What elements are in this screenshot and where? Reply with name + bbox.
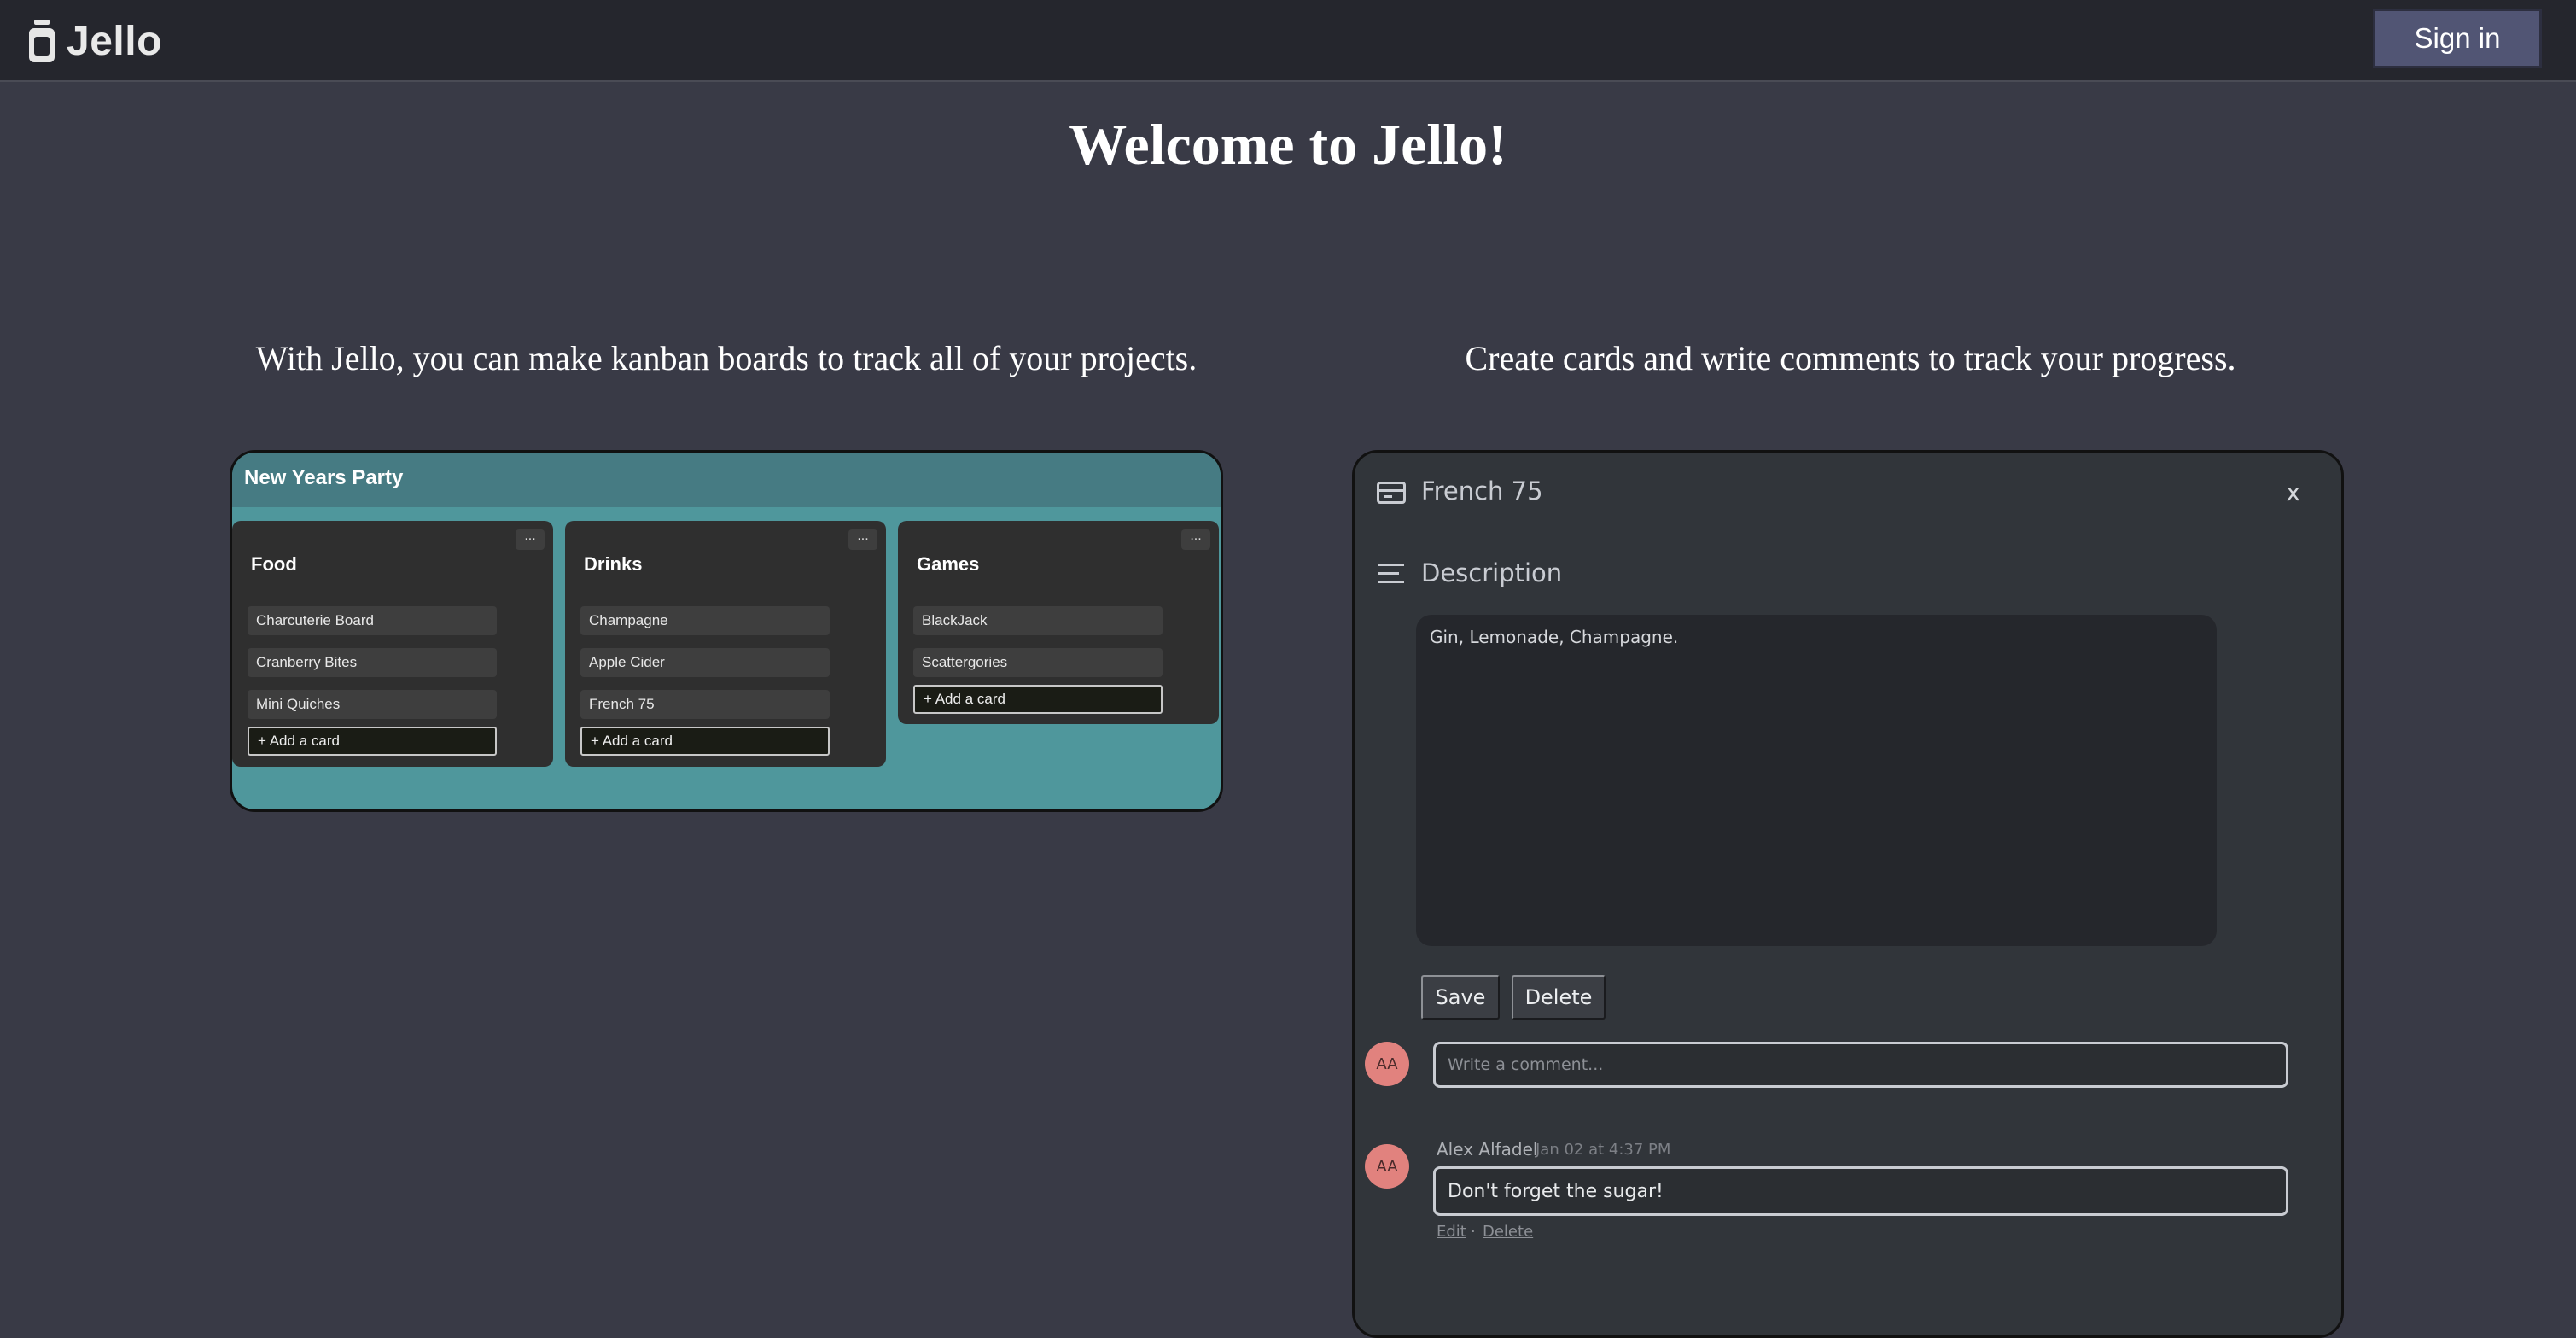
list-food: ... Food Charcuterie Board Cranberry Bit… [232,521,553,767]
list-games: ... Games BlackJack Scattergories + Add … [898,521,1219,724]
edit-comment-link: Edit [1437,1223,1466,1241]
list-title: Drinks [584,553,643,575]
sign-in-button[interactable]: Sign in [2373,9,2542,68]
save-button: Save [1421,975,1500,1020]
navbar: Jello Sign in [0,0,2576,82]
board-preview-image: New Years Party ... Food Charcuterie Boa… [230,450,1223,812]
card-feature-text: Create cards and write comments to track… [1465,339,2236,377]
add-card-button: + Add a card [248,727,497,756]
card-detail-preview-image: French 75 x Description Gin, Lemonade, C… [1352,450,2344,1338]
description-textarea: Gin, Lemonade, Champagne. [1416,615,2217,946]
board-header: New Years Party [232,453,1221,507]
list-title: Food [251,553,297,575]
page-title: Welcome to Jello! [1069,112,1507,177]
comment-input [1433,1042,2288,1088]
description-heading: Description [1421,558,1563,587]
description-icon [1378,564,1404,584]
card-item: Cranberry Bites [248,648,497,677]
avatar: AA [1365,1042,1409,1086]
comment-avatar: AA [1365,1144,1409,1189]
board-title: New Years Party [244,466,404,489]
comment-author: Alex Alfadel [1437,1139,1538,1160]
delete-button: Delete [1512,975,1606,1020]
link-separator: · [1471,1223,1476,1241]
list-menu-button: ... [1181,529,1210,550]
delete-comment-link: Delete [1483,1223,1534,1241]
add-card-button: + Add a card [580,727,830,756]
brand-name: Jello [67,18,162,64]
list-title: Games [917,553,980,575]
comment-text: Don't forget the sugar! [1433,1166,2288,1216]
add-card-button: + Add a card [913,685,1163,714]
card-item: BlackJack [913,606,1163,635]
card-title: French 75 [1421,476,1543,505]
card-item: Charcuterie Board [248,606,497,635]
board-feature-text: With Jello, you can make kanban boards t… [255,339,1198,377]
card-icon [1377,482,1406,504]
card-item: Champagne [580,606,830,635]
logo[interactable]: Jello [29,12,162,70]
card-item: Apple Cider [580,648,830,677]
list-menu-button: ... [848,529,877,550]
comment-timestamp: Jan 02 at 4:37 PM [1536,1141,1671,1159]
card-item: Scattergories [913,648,1163,677]
card-item: French 75 [580,690,830,719]
card-item: Mini Quiches [248,690,497,719]
close-icon: x [2286,478,2300,506]
list-menu-button: ... [516,529,545,550]
list-drinks: ... Drinks Champagne Apple Cider French … [565,521,886,767]
jar-icon [29,20,55,62]
